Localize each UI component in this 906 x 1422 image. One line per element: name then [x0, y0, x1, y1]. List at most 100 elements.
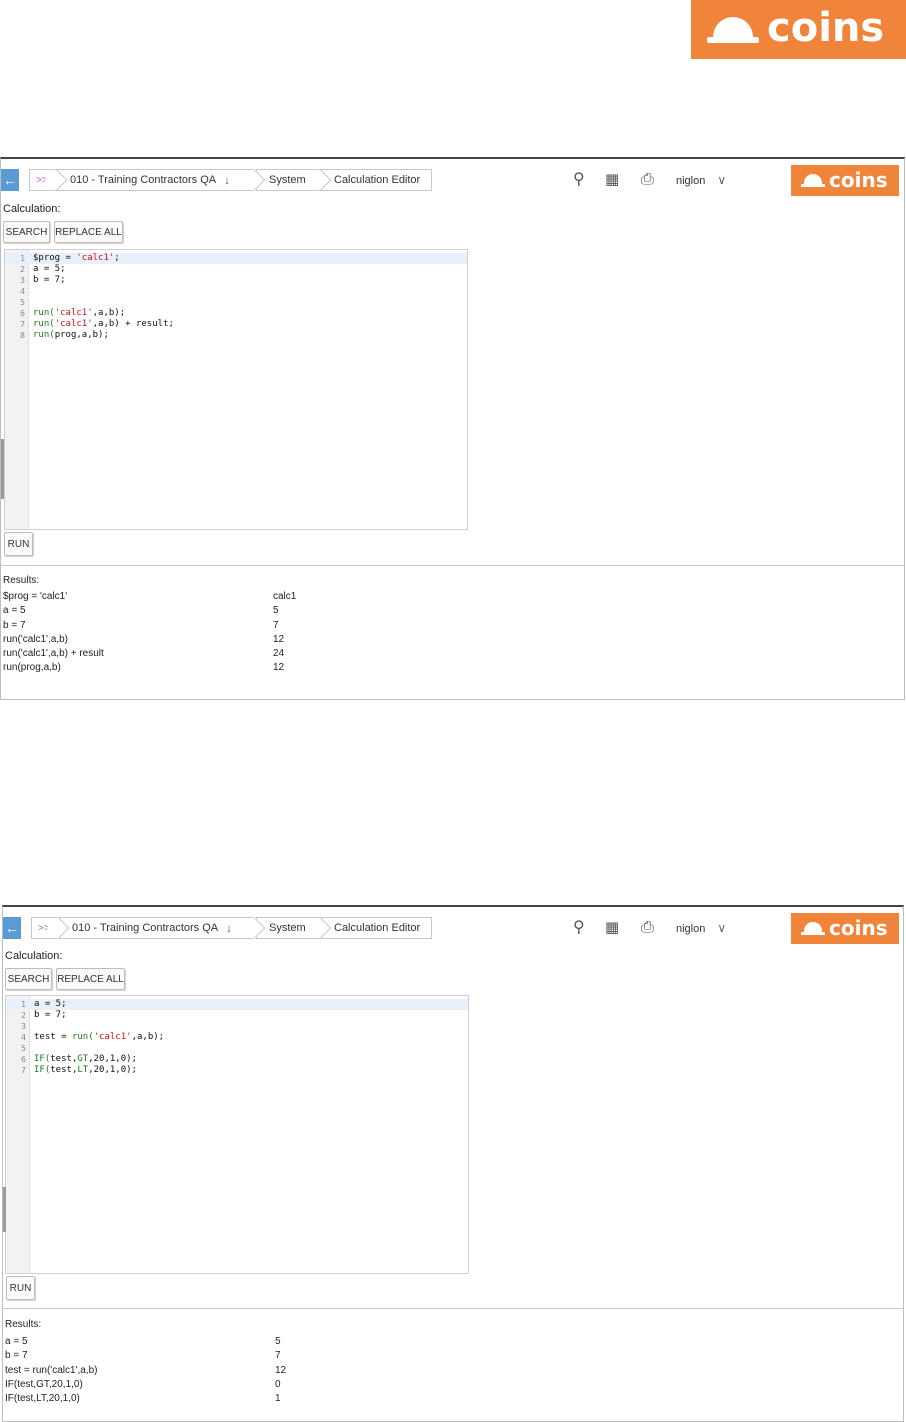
- back-button[interactable]: ←: [3, 917, 21, 939]
- breadcrumb-company-label: 010 - Training Contractors QA: [72, 922, 219, 934]
- header-coins-logo: coins: [791, 165, 899, 196]
- result-row: run('calc1',a,b) 12: [3, 633, 483, 647]
- code-line[interactable]: 3: [6, 1021, 468, 1032]
- divider: [3, 1308, 903, 1309]
- line-number: 7: [20, 320, 25, 329]
- scrollbar[interactable]: [1, 439, 4, 499]
- hard-hat-icon: [707, 16, 759, 43]
- code-line[interactable]: 6 run('calc1',a,b);: [5, 308, 467, 319]
- result-row: b = 7 7: [3, 619, 483, 633]
- search-icon[interactable]: ⚲: [573, 919, 585, 937]
- line-number: 3: [20, 276, 25, 285]
- result-row: a = 5 5: [5, 1335, 485, 1349]
- hard-hat-icon: [801, 922, 825, 935]
- breadcrumb-calculation-editor[interactable]: Calculation Editor: [321, 917, 432, 939]
- apps-grid-icon[interactable]: ▦: [605, 919, 619, 937]
- replace-all-button[interactable]: REPLACE ALL: [56, 968, 125, 990]
- code-line[interactable]: 4: [5, 286, 467, 297]
- down-arrow-icon[interactable]: ↓: [226, 921, 232, 935]
- code-text: IF(test,GT,20,1,0);: [34, 1054, 137, 1064]
- result-row: run('calc1',a,b) + result 24: [3, 647, 483, 661]
- code-text: a = 5;: [34, 999, 67, 1009]
- line-number: 6: [21, 1055, 26, 1064]
- code-text: run('calc1',a,b) + result;: [33, 319, 174, 329]
- code-line[interactable]: 8 run(prog,a,b);: [5, 330, 467, 341]
- hard-hat-icon: [801, 174, 825, 187]
- code-line[interactable]: 1 $prog = 'calc1';: [5, 253, 467, 264]
- code-text: b = 7;: [33, 275, 66, 285]
- back-button[interactable]: ←: [1, 169, 19, 191]
- code-line[interactable]: 5: [5, 297, 467, 308]
- search-button[interactable]: SEARCH: [3, 221, 50, 243]
- run-button[interactable]: RUN: [6, 1276, 35, 1300]
- chevron-down-icon: ∨: [717, 921, 727, 935]
- result-expression: IF(test,LT,20,1,0): [5, 1393, 80, 1405]
- result-value: 1: [275, 1393, 281, 1405]
- result-expression: run('calc1',a,b) + result: [3, 648, 104, 660]
- results-label: Results:: [3, 575, 40, 586]
- breadcrumb-home[interactable]: >>>: [29, 169, 55, 191]
- breadcrumb-home[interactable]: >>>: [31, 917, 57, 939]
- search-icon[interactable]: ⚲: [573, 171, 585, 189]
- code-line[interactable]: 4 test = run('calc1',a,b);: [6, 1032, 468, 1043]
- coins-logo: coins: [691, 0, 906, 59]
- apps-grid-icon[interactable]: ▦: [605, 171, 619, 189]
- breadcrumb-company-label: 010 - Training Contractors QA: [70, 174, 217, 186]
- breadcrumb-calculation-editor[interactable]: Calculation Editor: [321, 169, 432, 191]
- code-editor[interactable]: 1 a = 5; 2 b = 7; 3 4 test = run('calc1',a,b);…: [5, 995, 469, 1274]
- result-row: b = 7 7: [5, 1349, 485, 1363]
- code-line[interactable]: 7 IF(test,LT,20,1,0);: [6, 1065, 468, 1076]
- code-editor[interactable]: 1 $prog = 'calc1'; 2 a = 5; 3 b = 7; 4 5 6 run('c…: [4, 249, 468, 530]
- result-row: run(prog,a,b) 12: [3, 661, 483, 675]
- line-number: 1: [21, 1000, 26, 1009]
- divider: [1, 565, 904, 566]
- result-expression: run('calc1',a,b): [3, 633, 68, 645]
- result-expression: test = run('calc1',a,b): [5, 1364, 98, 1376]
- header-coins-logo: coins: [791, 913, 899, 944]
- print-icon[interactable]: ⎙: [641, 919, 654, 937]
- code-line[interactable]: 5: [6, 1043, 468, 1054]
- line-number: 5: [20, 298, 25, 307]
- code-line[interactable]: 6 IF(test,GT,20,1,0);: [6, 1054, 468, 1065]
- code-line[interactable]: 3 b = 7;: [5, 275, 467, 286]
- result-row: IF(test,GT,20,1,0) 0: [5, 1378, 485, 1392]
- user-menu[interactable]: niglon ∨: [676, 921, 726, 935]
- calculation-label: Calculation:: [5, 950, 63, 962]
- result-value: 12: [275, 1364, 287, 1376]
- result-row: a = 5 5: [3, 604, 483, 618]
- result-expression: $prog = 'calc1': [3, 591, 68, 602]
- run-button[interactable]: RUN: [4, 532, 33, 556]
- calculation-editor-screen-1: ← >>> 010 - Training Contractors QA ↓ Sy…: [0, 157, 905, 700]
- code-line[interactable]: 2 a = 5;: [5, 264, 467, 275]
- line-number: 8: [20, 331, 25, 340]
- code-text: a = 5;: [33, 264, 66, 274]
- breadcrumb-company[interactable]: 010 - Training Contractors QA ↓: [59, 917, 253, 939]
- breadcrumb-company[interactable]: 010 - Training Contractors QA ↓: [57, 169, 253, 191]
- result-value: calc1: [273, 591, 297, 602]
- line-number: 6: [20, 309, 25, 318]
- calculation-label: Calculation:: [3, 203, 61, 215]
- result-expression: run(prog,a,b): [3, 662, 61, 674]
- user-menu[interactable]: niglon ∨: [676, 173, 726, 187]
- line-number: 5: [21, 1044, 26, 1053]
- results-table: $prog = 'calc1' calc1 a = 5 5 b = 7 7 run('cal…: [3, 590, 483, 676]
- code-line[interactable]: 1 a = 5;: [6, 999, 468, 1010]
- line-number: 3: [21, 1022, 26, 1031]
- result-row: IF(test,LT,20,1,0) 1: [5, 1392, 485, 1406]
- result-value: 12: [273, 633, 285, 645]
- breadcrumb-system[interactable]: System: [256, 917, 319, 939]
- result-expression: IF(test,GT,20,1,0): [5, 1378, 83, 1390]
- top-bar: ← >>> 010 - Training Contractors QA ↓ Sy…: [1, 159, 904, 201]
- result-expression: a = 5: [5, 1336, 28, 1347]
- replace-all-button[interactable]: REPLACE ALL: [54, 221, 123, 243]
- scrollbar[interactable]: [3, 1187, 6, 1232]
- search-button[interactable]: SEARCH: [5, 968, 52, 990]
- result-row: test = run('calc1',a,b) 12: [5, 1364, 485, 1378]
- down-arrow-icon[interactable]: ↓: [224, 173, 230, 187]
- breadcrumb-system[interactable]: System: [256, 169, 319, 191]
- code-line[interactable]: 7 run('calc1',a,b) + result;: [5, 319, 467, 330]
- print-icon[interactable]: ⎙: [641, 171, 654, 189]
- chevron-down-icon: ∨: [717, 173, 727, 187]
- code-line[interactable]: 2 b = 7;: [6, 1010, 468, 1021]
- results-label: Results:: [5, 1319, 42, 1330]
